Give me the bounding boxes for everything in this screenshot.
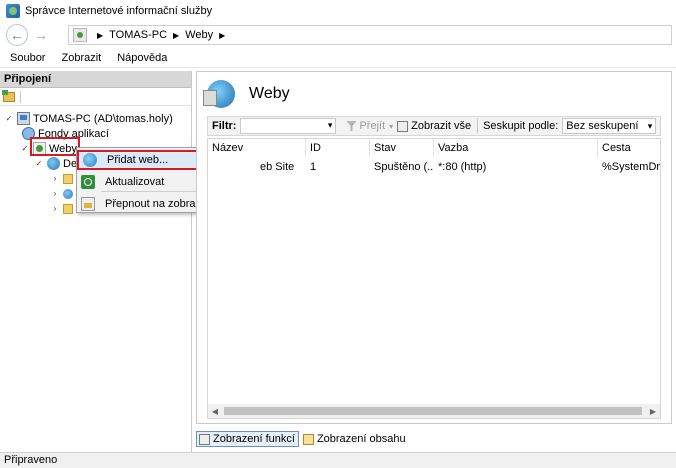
tree-node-child[interactable]: › bbox=[50, 186, 76, 201]
menu-view[interactable]: Zobrazit bbox=[61, 52, 101, 64]
page-title-text: Weby bbox=[249, 85, 290, 102]
column-header-binding[interactable]: Vazba bbox=[434, 139, 598, 157]
computer-icon bbox=[17, 112, 30, 125]
go-label: Přejít bbox=[359, 120, 386, 132]
globe-icon bbox=[47, 157, 60, 170]
refresh-icon bbox=[81, 175, 95, 189]
breadcrumb[interactable]: ▶ TOMAS-PC ▶ Weby ▶ bbox=[68, 25, 672, 45]
filter-bar: Filtr: Přejít ▾ Zobrazit vše Seskupit po… bbox=[207, 116, 661, 136]
tab-label: Zobrazení funkcí bbox=[213, 433, 295, 445]
scroll-right-icon[interactable]: ▶ bbox=[646, 407, 660, 416]
horizontal-scrollbar[interactable]: ◀ ▶ bbox=[208, 404, 660, 418]
scroll-track[interactable] bbox=[222, 407, 646, 415]
chevron-down-icon[interactable]: ✓ bbox=[20, 144, 30, 153]
folder-icon bbox=[63, 203, 73, 214]
connections-pane: Připojení ✓ TOMAS-PC (AD\tomas.holy) Fon… bbox=[0, 71, 192, 452]
tree-label-server: TOMAS-PC (AD\tomas.holy) bbox=[33, 112, 173, 125]
breadcrumb-item-sites[interactable]: Weby bbox=[185, 29, 213, 41]
filter-input[interactable] bbox=[240, 118, 337, 134]
content-view-icon bbox=[302, 433, 314, 445]
column-header-path[interactable]: Cesta bbox=[598, 139, 660, 157]
chevron-right-icon[interactable]: › bbox=[50, 189, 60, 198]
sites-highlight-box bbox=[30, 137, 80, 156]
connections-toolbar bbox=[0, 88, 191, 106]
toolbar-divider bbox=[477, 119, 479, 133]
connections-header: Připojení bbox=[0, 71, 191, 88]
chevron-down-icon[interactable]: ✓ bbox=[34, 159, 44, 168]
window-title: Správce Internetové informační služby bbox=[25, 5, 213, 17]
tree-node-default-site[interactable]: ✓ De bbox=[34, 156, 77, 171]
menu-file[interactable]: Soubor bbox=[10, 52, 45, 64]
tree-node-child[interactable]: › bbox=[50, 171, 76, 186]
breadcrumb-separator-icon: ▶ bbox=[97, 30, 104, 40]
view-switcher: Zobrazení funkcí Zobrazení obsahu bbox=[196, 430, 411, 448]
menu-bar: Soubor Zobrazit Nápověda bbox=[0, 48, 676, 68]
group-by-select[interactable]: Bez seskupení bbox=[562, 118, 657, 134]
show-all-icon bbox=[397, 120, 409, 132]
chevron-down-icon[interactable]: ▾ bbox=[389, 122, 393, 131]
tree-node-server[interactable]: ✓ TOMAS-PC (AD\tomas.holy) bbox=[4, 111, 173, 126]
toolbar-divider bbox=[20, 90, 21, 103]
globe-icon bbox=[63, 188, 73, 199]
sites-list: Název ID Stav Vazba Cesta eb Site 1 Spuš… bbox=[207, 138, 661, 419]
tree-label-default-site: De bbox=[63, 157, 78, 170]
cell-binding: *:80 (http) bbox=[438, 161, 487, 173]
page-title: Weby bbox=[203, 80, 290, 108]
cell-name: eb Site bbox=[260, 161, 295, 173]
folder-icon bbox=[63, 173, 73, 184]
breadcrumb-separator-icon: ▶ bbox=[219, 30, 226, 40]
tab-features-view[interactable]: Zobrazení funkcí bbox=[196, 431, 299, 447]
column-header-id[interactable]: ID bbox=[306, 139, 370, 157]
tab-content-view[interactable]: Zobrazení obsahu bbox=[301, 431, 409, 447]
forward-arrow-icon[interactable]: → bbox=[30, 24, 52, 46]
address-bar: ← → ▶ TOMAS-PC ▶ Weby ▶ bbox=[0, 22, 676, 48]
back-arrow-icon[interactable]: ← bbox=[6, 24, 28, 46]
show-all-label: Zobrazit vše bbox=[411, 120, 472, 132]
column-header-status[interactable]: Stav bbox=[370, 139, 434, 157]
tab-label: Zobrazení obsahu bbox=[316, 433, 406, 445]
chevron-right-icon[interactable]: › bbox=[50, 174, 60, 183]
group-by-label: Seskupit podle: bbox=[483, 120, 559, 132]
title-bar: Správce Internetové informační služby bbox=[0, 0, 676, 22]
menu-item-label: Aktualizovat bbox=[105, 176, 165, 188]
sites-pane: Weby Filtr: Přejít ▾ Zobrazit vše Seskup… bbox=[196, 71, 672, 424]
column-header-name[interactable]: Název bbox=[208, 139, 306, 157]
list-header: Název ID Stav Vazba Cesta bbox=[208, 139, 660, 157]
show-all-button[interactable]: Zobrazit vše bbox=[397, 120, 471, 132]
add-site-icon bbox=[83, 153, 97, 167]
scroll-left-icon[interactable]: ◀ bbox=[208, 407, 222, 416]
sites-icon bbox=[73, 28, 87, 42]
cell-path: %SystemDrive bbox=[602, 161, 660, 173]
chevron-down-icon[interactable]: ✓ bbox=[4, 114, 14, 123]
content-view-icon bbox=[81, 197, 95, 211]
sites-globe-icon bbox=[203, 80, 235, 108]
iis-icon bbox=[6, 4, 20, 18]
breadcrumb-separator-icon: ▶ bbox=[173, 30, 180, 40]
table-row[interactable]: eb Site 1 Spuštěno (... *:80 (http) %Sys… bbox=[208, 159, 660, 175]
status-bar: Připraveno bbox=[0, 452, 676, 468]
breadcrumb-item-server[interactable]: TOMAS-PC bbox=[109, 29, 167, 41]
cell-status: Spuštěno (... bbox=[374, 161, 434, 173]
go-button[interactable]: Přejít ▾ bbox=[346, 120, 393, 132]
filter-label: Filtr: bbox=[212, 120, 237, 132]
features-view-icon bbox=[199, 433, 210, 445]
menu-item-label: Přidat web... bbox=[107, 154, 169, 166]
tree-node-child[interactable]: › bbox=[50, 201, 76, 216]
cell-id: 1 bbox=[310, 161, 317, 173]
scroll-thumb[interactable] bbox=[224, 407, 642, 415]
menu-help[interactable]: Nápověda bbox=[117, 52, 167, 64]
connect-icon[interactable] bbox=[2, 89, 15, 102]
filter-funnel-icon bbox=[346, 121, 357, 131]
chevron-right-icon[interactable]: › bbox=[50, 204, 60, 213]
